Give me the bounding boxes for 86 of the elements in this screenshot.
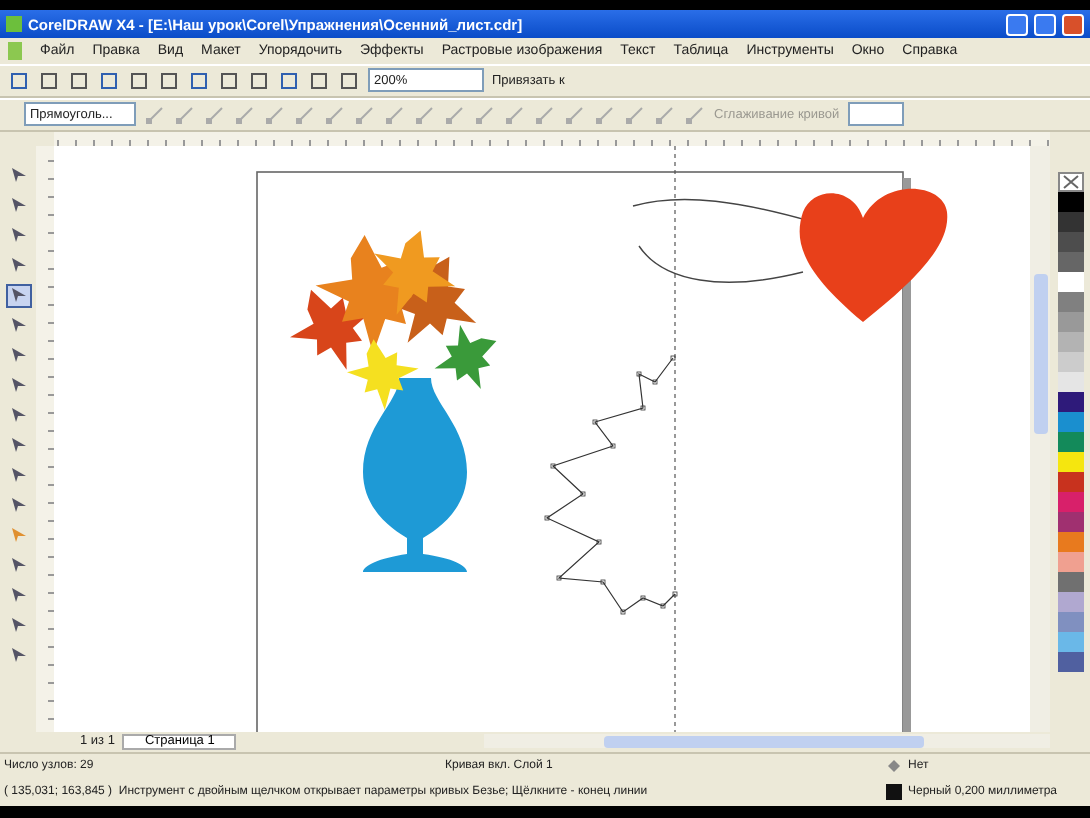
- toolbar-button[interactable]: [98, 69, 120, 92]
- toolbar-button[interactable]: [188, 69, 210, 92]
- toolbar-button[interactable]: [248, 69, 270, 92]
- color-swatch[interactable]: [1057, 491, 1083, 512]
- document-icon: [8, 41, 22, 60]
- no-color-icon[interactable]: [1057, 171, 1083, 192]
- node-tool-button[interactable]: [444, 103, 466, 126]
- color-swatch[interactable]: [1057, 311, 1083, 332]
- toolbar-button[interactable]: [128, 69, 150, 92]
- color-swatch[interactable]: [1057, 651, 1083, 672]
- color-swatch[interactable]: [1057, 331, 1083, 352]
- color-swatch[interactable]: [1057, 631, 1083, 652]
- color-swatch[interactable]: [1057, 271, 1083, 292]
- horizontal-scrollbar[interactable]: [484, 734, 1050, 749]
- color-swatch[interactable]: [1057, 451, 1083, 472]
- color-swatch[interactable]: [1057, 351, 1083, 372]
- node-icon: [446, 105, 464, 124]
- toolbar-button[interactable]: [338, 69, 360, 92]
- node-tool-button[interactable]: [654, 103, 676, 126]
- tool-button[interactable]: [5, 283, 31, 308]
- node-icon: [416, 105, 434, 124]
- color-swatch[interactable]: [1057, 231, 1083, 252]
- color-swatch[interactable]: [1057, 551, 1083, 572]
- toolbar-button[interactable]: [278, 69, 300, 92]
- node-icon: [296, 105, 314, 124]
- node-icon: [236, 105, 254, 124]
- toolbar-button[interactable]: [218, 69, 240, 92]
- node-tool-button[interactable]: [564, 103, 586, 126]
- color-swatch[interactable]: [1057, 211, 1083, 232]
- color-swatch[interactable]: [1057, 471, 1083, 492]
- node-tool-button[interactable]: [354, 103, 376, 126]
- node-tool-button[interactable]: [144, 103, 166, 126]
- node-icon: [566, 105, 584, 124]
- color-swatch[interactable]: [1057, 371, 1083, 392]
- node-tool-button[interactable]: [324, 103, 346, 126]
- node-tool-button[interactable]: [384, 103, 406, 126]
- node-icon: [626, 105, 644, 124]
- color-swatch[interactable]: [1057, 391, 1083, 412]
- node-tool-button[interactable]: [624, 103, 646, 126]
- node-tool-button[interactable]: [534, 103, 556, 126]
- node-icon: [536, 105, 554, 124]
- vertical-scrollbar[interactable]: [1030, 145, 1050, 732]
- node-tool-button[interactable]: [204, 103, 226, 126]
- node-tool-button[interactable]: [414, 103, 436, 126]
- node-tool-button[interactable]: [504, 103, 526, 126]
- node-tool-button[interactable]: [294, 103, 316, 126]
- node-icon: [146, 105, 164, 124]
- node-icon: [176, 105, 194, 124]
- node-icon: [506, 105, 524, 124]
- node-icon: [596, 105, 614, 124]
- node-icon: [476, 105, 494, 124]
- node-icon: [206, 105, 224, 124]
- toolbar-button[interactable]: [68, 69, 90, 92]
- node-tool-button[interactable]: [264, 103, 286, 126]
- color-swatch[interactable]: [1057, 611, 1083, 632]
- maximize-button[interactable]: [1034, 13, 1056, 36]
- fill-icon: [886, 758, 902, 775]
- node-icon: [326, 105, 344, 124]
- toolbar-button[interactable]: [308, 69, 330, 92]
- color-swatch[interactable]: [1057, 291, 1083, 312]
- toolbar-button[interactable]: [38, 69, 60, 92]
- node-icon: [656, 105, 674, 124]
- toolbar-button[interactable]: [8, 69, 30, 92]
- node-icon: [356, 105, 374, 124]
- node-icon: [686, 105, 704, 124]
- color-swatch[interactable]: [1057, 531, 1083, 552]
- node-icon: [266, 105, 284, 124]
- node-tool-button[interactable]: [234, 103, 256, 126]
- node-tool-button[interactable]: [684, 103, 706, 126]
- toolbar-button[interactable]: [158, 69, 180, 92]
- color-swatch[interactable]: [1057, 411, 1083, 432]
- node-icon: [386, 105, 404, 124]
- minimize-button[interactable]: [1006, 13, 1028, 36]
- node-tool-button[interactable]: [594, 103, 616, 126]
- node-tool-button[interactable]: [174, 103, 196, 126]
- color-swatch[interactable]: [1057, 191, 1083, 212]
- outline-swatch: [886, 784, 902, 801]
- color-swatch[interactable]: [1057, 511, 1083, 532]
- color-swatch[interactable]: [1057, 251, 1083, 272]
- color-swatch[interactable]: [1057, 591, 1083, 612]
- node-tool-button[interactable]: [474, 103, 496, 126]
- color-swatch[interactable]: [1057, 571, 1083, 592]
- close-button[interactable]: [1062, 13, 1084, 36]
- smoothing-field[interactable]: [847, 102, 904, 127]
- app-icon: [6, 16, 22, 33]
- color-swatch[interactable]: [1057, 431, 1083, 452]
